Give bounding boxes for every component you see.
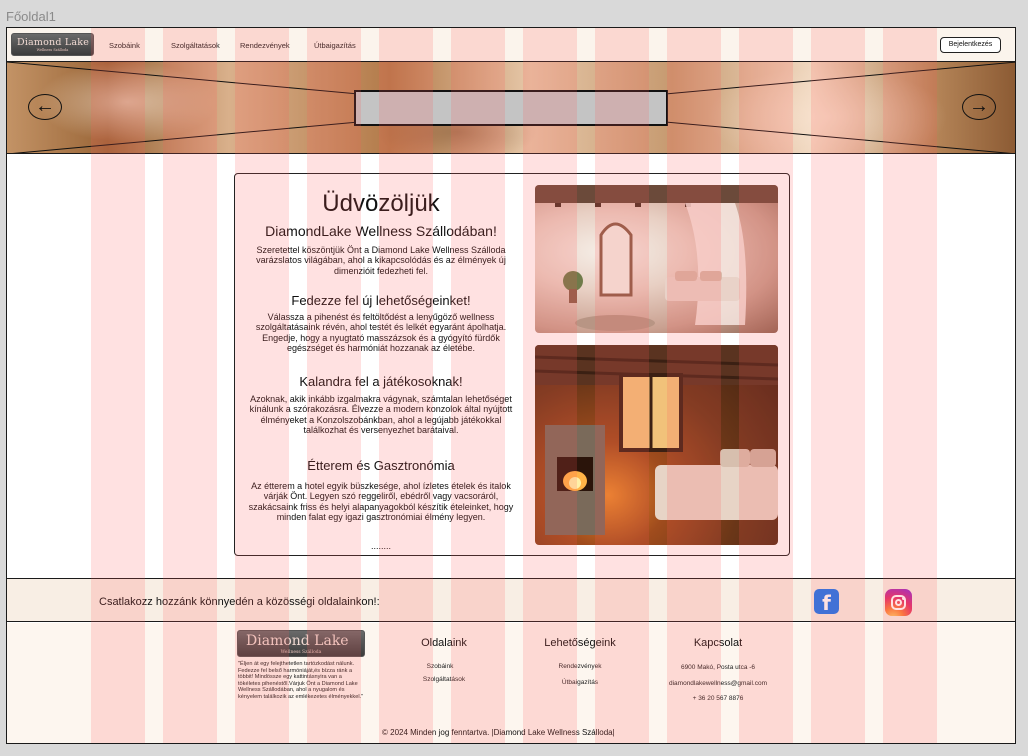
logo-text: Diamond Lake <box>17 37 90 48</box>
welcome-card: Üdvözöljük DiamondLake Wellness Szállodá… <box>234 173 790 556</box>
footer-phone[interactable]: + 36 20 567 8876 <box>662 695 774 702</box>
social-band: Csatlakozz hozzánk könnyedén a közösségi… <box>7 578 1015 622</box>
ellipsis: ........ <box>370 541 391 551</box>
footer-heading-pages: Oldalaink <box>421 637 467 649</box>
logo-subtitle: Wellness Szálloda <box>36 48 69 52</box>
footer-link-events[interactable]: Rendezvények <box>539 663 621 670</box>
cabin-bedroom-photo <box>535 345 778 545</box>
section-paragraph: Válassza a pihenést és feltöltődést a le… <box>255 312 507 354</box>
nav-link-events[interactable]: Rendezvények <box>240 41 290 50</box>
section-heading: Étterem és Gasztronómia <box>307 458 455 473</box>
hero-carousel: ← → <box>7 62 1015 154</box>
section-heading: Kalandra fel a játékosoknak! <box>299 374 463 389</box>
footer: Diamond Lake Wellness Szálloda "Éljen át… <box>7 623 1015 743</box>
footer-link-rooms[interactable]: Szobáink <box>410 663 470 670</box>
nav-link-rooms[interactable]: Szobáink <box>109 41 140 50</box>
hero-caption-box <box>354 90 668 126</box>
page-frame: Diamond Lake Wellness Szálloda Szobáink … <box>6 27 1016 744</box>
section-heading: Fedezze fel új lehetőségeinket! <box>291 293 471 308</box>
intro-paragraph: Szeretettel köszöntjük Önt a Diamond Lak… <box>256 245 506 276</box>
bedroom-photo <box>535 185 778 333</box>
footer-quote: "Éljen át egy felejthetetlen tartózkodás… <box>238 661 364 700</box>
instagram-icon[interactable] <box>885 589 912 616</box>
nav-link-directions[interactable]: Útbaigazítás <box>314 41 356 50</box>
logo[interactable]: Diamond Lake Wellness Szálloda <box>11 33 94 56</box>
footer-link-directions[interactable]: Útbaigazítás <box>539 679 621 686</box>
arrow-left-icon[interactable]: ← <box>28 94 62 120</box>
footer-email[interactable]: diamondlakewellness@gmail.com <box>652 680 784 687</box>
copyright: © 2024 Minden jog fenntartva. |Diamond L… <box>382 728 615 737</box>
footer-address: 6900 Makó, Posta utca -6 <box>680 664 756 671</box>
footer-logo-text: Diamond Lake <box>246 633 349 649</box>
footer-link-services[interactable]: Szolgáltatások <box>410 676 478 683</box>
welcome-subtitle: DiamondLake Wellness Szállodában! <box>265 223 497 239</box>
arrow-right-icon[interactable]: → <box>962 94 996 120</box>
facebook-icon[interactable]: f <box>814 589 839 615</box>
top-nav: Diamond Lake Wellness Szálloda Szobáink … <box>7 28 1015 62</box>
footer-heading-options: Lehetőségeink <box>544 637 616 649</box>
footer-logo-subtitle: Wellness Szálloda <box>280 650 322 655</box>
section-paragraph: Azoknak, akik inkább izgalmakra vágynak,… <box>249 394 513 436</box>
nav-link-services[interactable]: Szolgáltatások <box>171 41 220 50</box>
footer-logo[interactable]: Diamond Lake Wellness Szálloda <box>237 630 365 657</box>
social-callout: Csatlakozz hozzánk könnyedén a közösségi… <box>99 596 380 608</box>
login-button[interactable]: Bejelentkezés <box>940 37 1001 53</box>
footer-heading-contact: Kapcsolat <box>693 637 743 649</box>
welcome-title: Üdvözöljük <box>322 190 440 217</box>
frame-label: Főoldal1 <box>6 9 56 24</box>
section-paragraph: Az étterem a hotel egyik büszkesége, aho… <box>248 481 514 523</box>
